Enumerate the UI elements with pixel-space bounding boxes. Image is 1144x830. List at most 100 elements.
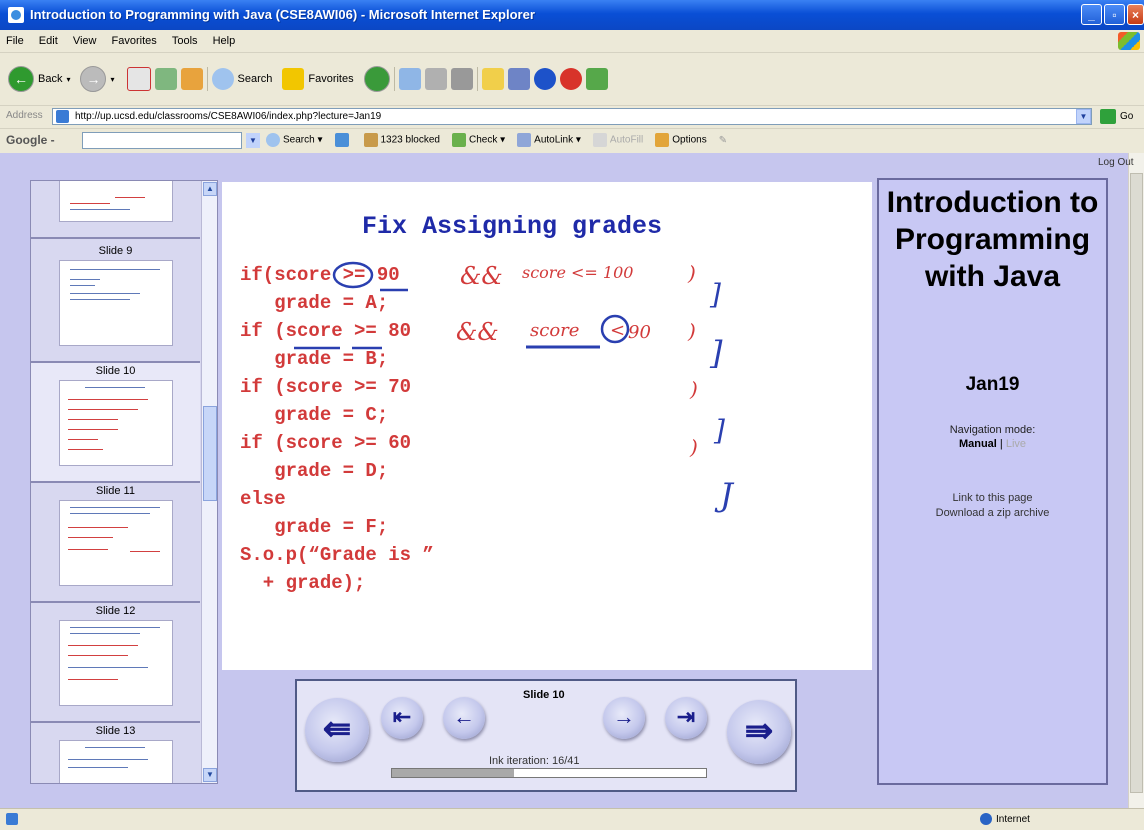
mode-live[interactable]: Live [1006,438,1026,450]
edit-icon[interactable] [450,68,473,90]
research-icon[interactable] [507,68,530,90]
news-icon[interactable] [334,133,352,147]
address-input[interactable]: http://up.ucsd.edu/classrooms/CSE8AWI06/… [52,108,1092,125]
scroll-down-icon[interactable]: ▼ [203,768,217,782]
back-dropdown-icon[interactable]: ▾ [66,75,70,84]
download-zip-link[interactable]: Download a zip archive [879,507,1106,519]
google-logo[interactable]: Google - [6,133,55,147]
options-label: Options [672,134,707,146]
messenger-buddy-icon[interactable] [585,68,608,90]
go-label: Go [1120,111,1134,122]
menu-bar: File Edit View Favorites Tools Help [0,30,1144,53]
favorites-button-label[interactable]: Favorites [308,73,353,85]
google-search-input[interactable] [82,132,242,149]
thumbnail-image [59,620,173,706]
ink-iteration-slider[interactable] [391,768,707,778]
ie-app-icon [8,7,24,23]
google-search-dropdown-icon[interactable]: ▼ [246,133,260,148]
popup-blocker-button[interactable]: 1323 blocked [363,133,440,147]
thumbnail-image [59,260,173,346]
previous-ink-button[interactable]: ← [443,697,485,739]
spell-check-button[interactable]: Check ▾ [452,133,505,147]
lecture-info-panel: Introduction to Programming with Java Ja… [877,178,1108,785]
menu-favorites[interactable]: Favorites [106,30,163,52]
messenger-icon[interactable] [559,68,582,90]
refresh-icon[interactable] [154,68,177,90]
last-ink-button[interactable]: ⇥ [665,697,707,739]
windows-logo-icon [1118,32,1140,50]
security-zone: Internet [980,813,1030,825]
ink-text: score [530,320,579,341]
address-bar: Address http://up.ucsd.edu/classrooms/CS… [0,106,1144,129]
page-scrollbar-thumb[interactable] [1130,173,1143,793]
ink-bracket: ] [709,334,723,372]
status-bar: Internet [0,808,1144,830]
log-out-link[interactable]: Log Out [1098,157,1134,168]
bluetooth-icon[interactable] [533,68,556,90]
thumbnail-item[interactable]: Slide 12 [31,603,200,723]
home-icon[interactable] [180,68,203,90]
address-dropdown-icon[interactable]: ▼ [1076,109,1091,124]
folder-icon[interactable] [481,68,504,90]
thumbnail-scrollbar-thumb[interactable] [203,406,217,501]
options-button[interactable]: Options [655,133,707,147]
forward-dropdown-icon[interactable]: ▾ [110,75,114,84]
autolink-button[interactable]: AutoLink ▾ [517,133,581,147]
thumbnail-image [59,181,173,222]
ink-text: ) [689,435,698,459]
highlight-pen-icon[interactable]: ✎ [719,135,727,146]
slide-canvas[interactable]: Fix Assigning grades if(score >= 90 grad… [222,182,872,670]
menu-edit[interactable]: Edit [33,30,64,52]
link-to-page[interactable]: Link to this page [879,492,1106,504]
thumbnail-item[interactable]: Slide 9 [31,243,200,363]
ink-text: ) [687,319,696,343]
minimize-button[interactable]: _ [1081,4,1102,25]
thumbnail-item[interactable]: Slide 10 [31,363,200,483]
stop-icon[interactable] [126,67,151,91]
autofill-button[interactable]: AutoFill [592,133,643,147]
go-button[interactable]: Go [1100,109,1133,124]
page-icon [56,110,69,123]
go-arrow-icon [1100,109,1116,124]
menu-tools[interactable]: Tools [166,30,204,52]
mail-icon[interactable] [398,68,421,90]
menu-file[interactable]: File [0,30,30,52]
thumbnail-item[interactable] [31,181,200,239]
page-scrollbar[interactable] [1128,153,1144,808]
history-icon[interactable] [363,66,390,92]
first-slide-button[interactable]: ⇚ [305,698,369,762]
next-slide-button[interactable]: ⇛ [727,700,791,764]
forward-arrow-icon[interactable]: → [80,66,107,92]
window-title-bar[interactable]: Introduction to Programming with Java (C… [0,0,1144,30]
maximize-button[interactable]: ▫ [1104,4,1125,25]
back-button-label[interactable]: Back [38,73,62,85]
thumbnail-item[interactable]: Slide 13 [31,723,200,783]
menu-help[interactable]: Help [207,30,242,52]
thumbnail-scrollbar[interactable]: ▲ ▼ [201,181,217,783]
ink-circle [332,261,374,289]
course-title: Introduction to Programming with Java [886,186,1099,293]
first-ink-button[interactable]: ⇤ [381,697,423,739]
search-icon[interactable] [211,68,234,90]
thumbnail-label: Slide 11 [96,485,135,497]
autolink-label: AutoLink [534,134,574,146]
ink-bracket: ] [713,414,725,447]
menu-view[interactable]: View [67,30,103,52]
close-button[interactable]: × [1127,4,1144,25]
mode-manual[interactable]: Manual [959,438,997,450]
scroll-up-icon[interactable]: ▲ [203,182,217,196]
ink-text: 90 [628,322,651,343]
next-ink-button[interactable]: → [603,697,645,739]
popup-blocker-icon [363,133,378,147]
back-arrow-icon[interactable]: ← [8,66,34,92]
search-button-label[interactable]: Search [238,73,273,85]
toolbar-separator [476,67,478,91]
print-icon[interactable] [424,68,447,90]
google-search-button[interactable]: Search ▾ [266,133,323,147]
favorites-star-icon[interactable] [282,68,305,90]
ink-text: && [456,318,499,346]
ink-iteration-label: Ink iteration: 16/41 [489,755,580,767]
thumbnail-item[interactable]: Slide 11 [31,483,200,603]
security-zone-label: Internet [996,813,1030,825]
internet-globe-icon [980,813,992,825]
